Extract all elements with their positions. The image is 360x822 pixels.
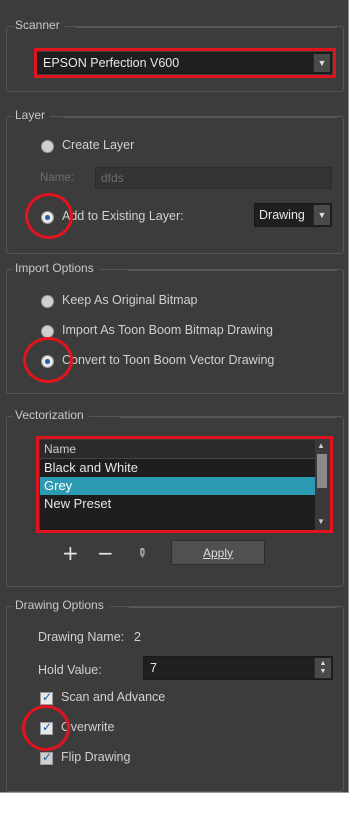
- chevron-down-icon: ▼: [313, 205, 330, 225]
- scroll-thumb[interactable]: [317, 454, 327, 488]
- flip-drawing-checkbox[interactable]: [40, 750, 53, 765]
- scan-advance-label: Scan and Advance: [61, 690, 166, 704]
- stepper-arrows-icon[interactable]: ▲ ▼: [314, 658, 331, 678]
- drawing-name-label: Drawing Name:: [38, 630, 125, 644]
- overwrite-checkbox[interactable]: [40, 720, 53, 735]
- scanner-device-value: EPSON Perfection V600: [43, 56, 180, 70]
- create-layer-radio[interactable]: [41, 140, 54, 153]
- drawing-options-title: Drawing Options: [13, 598, 109, 612]
- flip-drawing-label: Flip Drawing: [61, 750, 131, 764]
- overwrite-label: Overwrite: [61, 720, 115, 734]
- apply-button[interactable]: Apply: [171, 540, 265, 565]
- footer-strip: [0, 792, 349, 822]
- keep-bitmap-radio[interactable]: [41, 295, 54, 308]
- add-existing-layer-label: Add to Existing Layer:: [62, 209, 184, 223]
- hold-value-input: 7: [150, 661, 157, 675]
- convert-vector-label: Convert to Toon Boom Vector Drawing: [62, 353, 275, 367]
- layer-name-label: Name:: [40, 172, 74, 184]
- keep-bitmap-label: Keep As Original Bitmap: [62, 293, 198, 307]
- vectorization-preset-list[interactable]: Name Black and White Grey New Preset: [40, 440, 315, 530]
- layer-title: Layer: [13, 108, 51, 122]
- apply-button-label: Apply: [202, 545, 234, 560]
- scroll-up-icon[interactable]: ▲: [317, 441, 325, 450]
- scanner-title: Scanner: [13, 18, 65, 32]
- import-options-title: Import Options: [13, 261, 99, 275]
- scan-advance-checkbox[interactable]: [40, 690, 53, 705]
- existing-layer-value: Drawing: [259, 208, 305, 222]
- import-toon-bitmap-label: Import As Toon Boom Bitmap Drawing: [62, 323, 273, 337]
- add-preset-icon[interactable]: +: [62, 541, 79, 565]
- create-layer-label: Create Layer: [62, 138, 135, 152]
- convert-vector-radio[interactable]: [41, 355, 54, 368]
- remove-preset-icon[interactable]: −: [97, 541, 114, 565]
- scan-panel: Scanner EPSON Perfection V600 ▼ Layer Cr…: [0, 0, 349, 821]
- scanner-device-select[interactable]: EPSON Perfection V600 ▼: [37, 52, 332, 74]
- drawing-name-value: 2: [134, 630, 141, 644]
- existing-layer-select[interactable]: Drawing ▼: [254, 203, 332, 227]
- preset-list-header: Name: [40, 440, 315, 459]
- preset-item-grey[interactable]: Grey: [40, 477, 315, 495]
- preset-item-new-preset[interactable]: New Preset: [40, 495, 315, 513]
- vectorization-title: Vectorization: [13, 408, 89, 422]
- layer-name-value: dfds: [101, 171, 124, 185]
- add-existing-layer-radio[interactable]: [41, 211, 54, 224]
- chevron-down-icon: ▼: [313, 54, 330, 72]
- import-toon-bitmap-radio[interactable]: [41, 325, 54, 338]
- hold-value-stepper[interactable]: 7 ▲ ▼: [143, 656, 333, 680]
- scroll-down-icon[interactable]: ▼: [317, 517, 325, 526]
- preset-list-scrollbar[interactable]: ▲ ▼: [315, 440, 329, 530]
- preset-item-black-white[interactable]: Black and White: [40, 459, 315, 477]
- layer-name-input[interactable]: dfds: [95, 167, 332, 189]
- hold-value-label: Hold Value:: [38, 663, 102, 677]
